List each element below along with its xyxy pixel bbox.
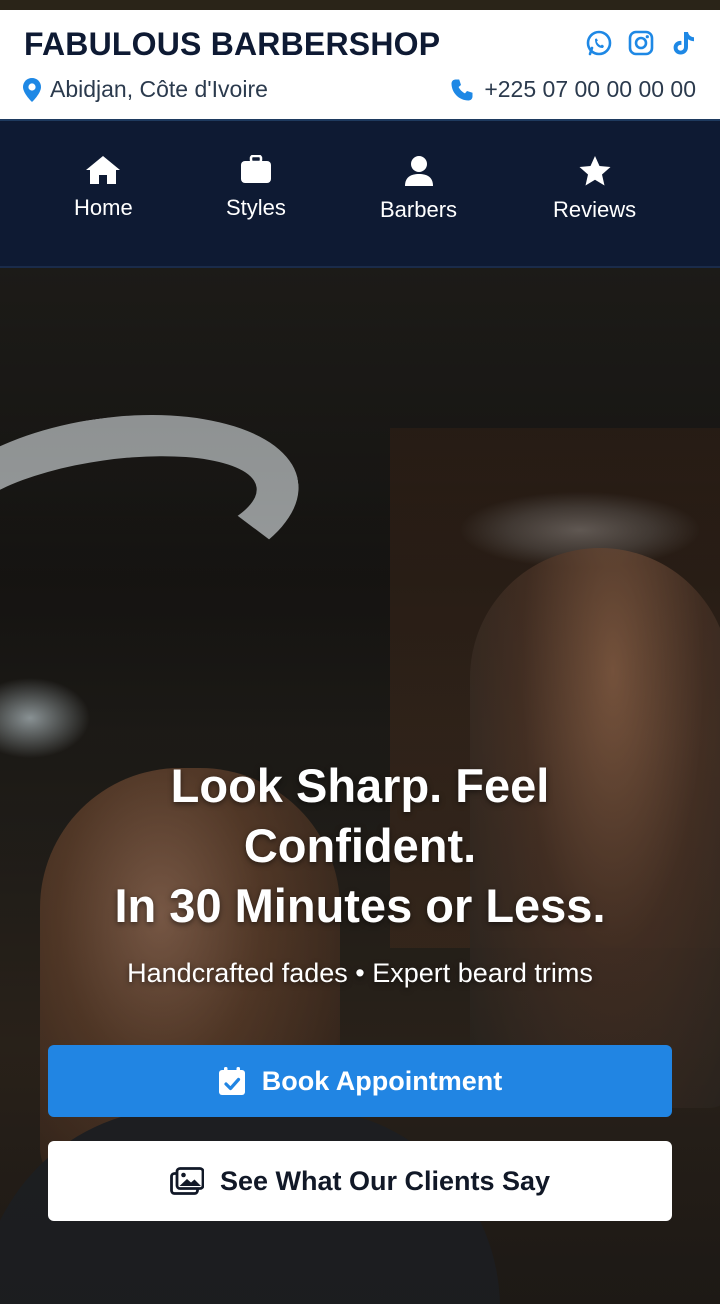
nav-label-barbers: Barbers — [380, 197, 458, 222]
book-appointment-label: Book Appointment — [261, 1065, 503, 1096]
nav-label-home: Home — [74, 195, 133, 220]
book-appointment-button[interactable]: Book Appointment — [48, 1045, 672, 1117]
nav-label-reviews: Reviews — [553, 197, 637, 222]
hero-title-line-2: Confident. — [243, 819, 477, 872]
nav-item-barbers[interactable]: Barbers — [380, 155, 457, 223]
whatsapp-icon[interactable] — [584, 28, 614, 58]
phone-number: +225 07 00 00 00 00 — [484, 76, 696, 102]
nav-item-home[interactable]: Home — [74, 155, 133, 221]
hero-title-line-1: Look Sharp. Feel — [170, 759, 550, 812]
map-pin-icon — [23, 77, 41, 102]
location: Abidjan, Côte d'Ivoire — [22, 76, 268, 103]
hero-subtitle: Handcrafted fades • Expert beard trims — [127, 958, 593, 988]
top-strip — [0, 0, 720, 10]
phone[interactable]: +225 07 00 00 00 00 — [450, 76, 696, 103]
site-header: FABULOUS BARBERSHOP Abidjan, Côte d'Ivoi… — [0, 10, 720, 121]
nav-item-styles[interactable]: Styles — [226, 155, 286, 221]
hero-title-line-3: In 30 Minutes or Less. — [114, 879, 606, 932]
calendar-check-icon — [218, 1067, 245, 1095]
images-icon — [170, 1167, 204, 1195]
location-text: Abidjan, Côte d'Ivoire — [50, 76, 268, 102]
phone-icon — [451, 79, 473, 100]
briefcase-icon — [240, 155, 271, 183]
brand-title[interactable]: FABULOUS BARBERSHOP — [24, 26, 440, 63]
user-icon — [404, 156, 433, 186]
client-reviews-label: See What Our Clients Say — [219, 1165, 551, 1196]
star-icon — [579, 156, 611, 186]
main-nav: Home Styles Barbers Reviews — [0, 121, 720, 268]
nav-label-styles: Styles — [226, 195, 286, 220]
home-icon — [86, 156, 121, 184]
hero-section: Look Sharp. Feel Confident. In 30 Minute… — [0, 268, 720, 1304]
hero-title: Look Sharp. Feel Confident. In 30 Minute… — [40, 756, 680, 936]
nav-item-reviews[interactable]: Reviews — [553, 155, 636, 223]
tiktok-icon[interactable] — [668, 28, 698, 58]
social-links — [584, 28, 698, 58]
instagram-icon[interactable] — [626, 28, 656, 58]
client-reviews-button[interactable]: See What Our Clients Say — [48, 1141, 672, 1221]
